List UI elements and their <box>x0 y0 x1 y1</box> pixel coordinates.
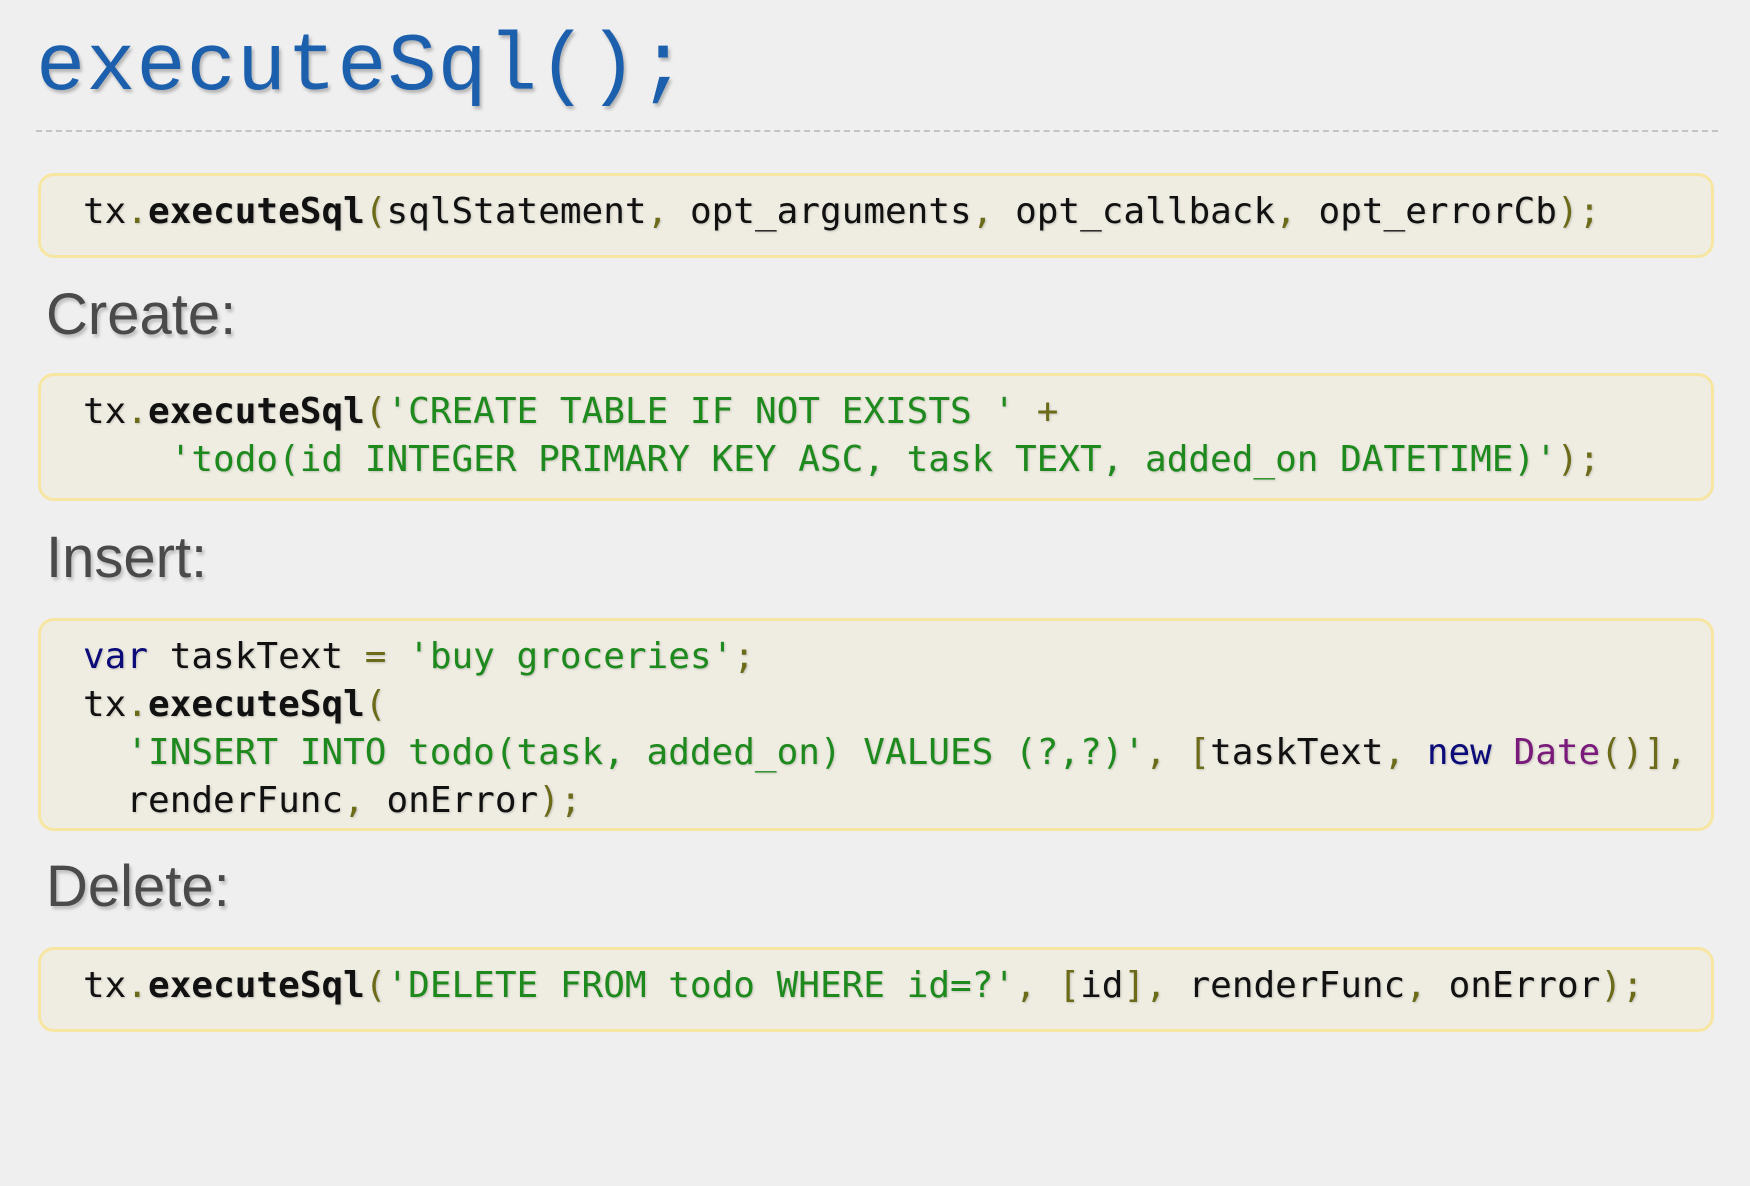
code-token: . <box>126 191 149 232</box>
code-token: ( <box>364 391 387 432</box>
code-token: ( <box>364 965 387 1006</box>
page-title: executeSql(); <box>36 21 689 114</box>
code-token: opt_callback <box>993 191 1276 232</box>
code-line: tx.executeSql( <box>83 681 1711 729</box>
code-token: opt_errorCb <box>1296 191 1557 232</box>
code-token: ] <box>1123 965 1146 1006</box>
code-block-delete: tx.executeSql('DELETE FROM todo WHERE id… <box>38 947 1714 1032</box>
code-token: executeSql <box>148 391 365 432</box>
code-token: sqlStatement <box>386 191 647 232</box>
code-token: , <box>971 191 994 232</box>
code-token: 'DELETE FROM todo WHERE id=?' <box>386 965 1016 1006</box>
code-token: . <box>126 684 149 725</box>
section-heading-delete: Delete: <box>46 854 230 919</box>
code-token: onError <box>364 780 539 821</box>
code-token: 'buy groceries' <box>386 636 734 677</box>
code-token: tx <box>83 391 127 432</box>
code-token: opt_arguments <box>668 191 972 232</box>
code-token: tx <box>83 191 127 232</box>
code-line: tx.executeSql(sqlStatement, opt_argument… <box>83 188 1711 236</box>
code-token: [ <box>1166 732 1211 773</box>
code-block-signature: tx.executeSql(sqlStatement, opt_argument… <box>38 173 1714 258</box>
code-token: 'INSERT INTO todo(task, added_on) VALUES… <box>126 732 1146 773</box>
code-token: new <box>1405 732 1492 773</box>
code-line: 'INSERT INTO todo(task, added_on) VALUES… <box>83 729 1711 777</box>
code-token: renderFunc <box>1166 965 1406 1006</box>
code-token: ( <box>364 684 387 725</box>
code-token: , <box>646 191 669 232</box>
code-token: taskText <box>1210 732 1384 773</box>
code-token: = <box>364 636 387 677</box>
code-token: ; <box>733 636 755 677</box>
code-line: tx.executeSql('CREATE TABLE IF NOT EXIST… <box>83 388 1711 436</box>
code-token: , <box>1275 191 1297 232</box>
code-line: var taskText = 'buy groceries'; <box>83 633 1711 681</box>
code-token: . <box>126 391 149 432</box>
code-token: , <box>1015 965 1037 1006</box>
code-token: ()], <box>1600 732 1687 773</box>
code-token: 'todo(id INTEGER PRIMARY KEY ASC, task T… <box>169 439 1557 480</box>
code-token: renderFunc <box>126 780 344 821</box>
code-token: ); <box>538 780 582 821</box>
code-token: executeSql <box>148 684 365 725</box>
code-token: executeSql <box>148 191 365 232</box>
title-divider <box>36 130 1718 132</box>
code-block-create: tx.executeSql('CREATE TABLE IF NOT EXIST… <box>38 373 1714 501</box>
code-token: ); <box>1556 191 1601 232</box>
code-token: + <box>1015 391 1059 432</box>
code-line: 'todo(id INTEGER PRIMARY KEY ASC, task T… <box>83 436 1711 484</box>
code-line: renderFunc, onError); <box>83 777 1711 825</box>
code-token: Date <box>1491 732 1601 773</box>
code-token: tx <box>83 684 127 725</box>
section-heading-insert: Insert: <box>46 525 208 590</box>
code-token: ( <box>364 191 387 232</box>
code-block-insert: var taskText = 'buy groceries'; tx.execut… <box>38 618 1714 831</box>
code-token: tx <box>83 965 127 1006</box>
code-token: , <box>1405 965 1427 1006</box>
code-token: , <box>1145 732 1167 773</box>
code-token: , <box>1145 965 1167 1006</box>
code-token: ); <box>1600 965 1644 1006</box>
code-token: ); <box>1556 439 1601 480</box>
code-token: var <box>83 636 149 677</box>
code-token: executeSql <box>148 965 365 1006</box>
code-token: . <box>126 965 149 1006</box>
code-token: 'CREATE TABLE IF NOT EXISTS ' <box>386 391 1016 432</box>
code-token: id <box>1080 965 1124 1006</box>
code-token: , <box>343 780 365 821</box>
code-token: onError <box>1426 965 1601 1006</box>
code-token: , <box>1383 732 1406 773</box>
code-token: [ <box>1036 965 1081 1006</box>
section-heading-create: Create: <box>46 282 237 347</box>
code-line: tx.executeSql('DELETE FROM todo WHERE id… <box>83 962 1711 1010</box>
code-token: taskText <box>148 636 365 677</box>
